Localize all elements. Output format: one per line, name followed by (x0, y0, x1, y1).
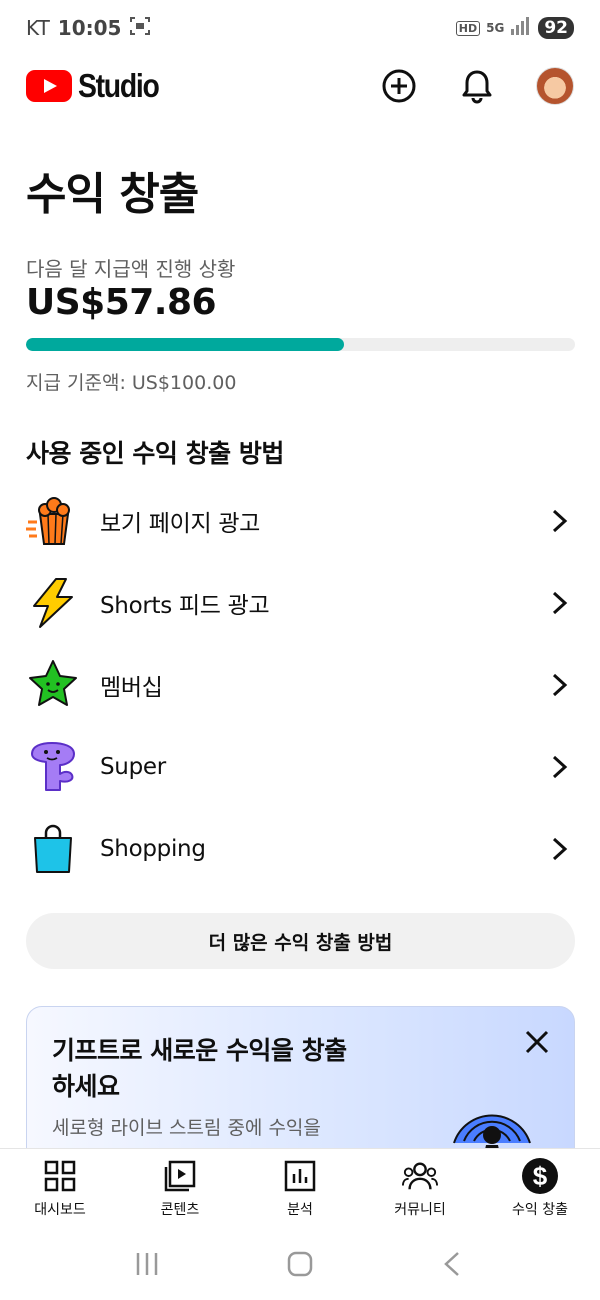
method-item-memberships[interactable]: 멤버십 (0, 644, 600, 726)
nav-label: 분석 (287, 1202, 313, 1218)
logo-text: Studio (78, 67, 160, 104)
promo-description: 세로형 라이브 스트림 중에 수익을 (52, 1117, 321, 1139)
system-navigation-bar (0, 1228, 600, 1300)
more-monetization-methods-button[interactable]: 더 많은 수익 창출 방법 (26, 913, 575, 969)
notifications-button[interactable] (458, 67, 496, 105)
close-icon (525, 1030, 549, 1054)
recent-apps-button[interactable] (127, 1244, 167, 1284)
payment-threshold: 지급 기준액: US$100.00 (26, 372, 237, 394)
section-title: 사용 중인 수익 창출 방법 (26, 439, 284, 468)
network-badge: 5G (486, 21, 505, 35)
community-icon (402, 1158, 438, 1194)
payment-progress-bar (26, 338, 575, 351)
monetization-method-list: 보기 페이지 광고 Shorts 피드 광고 멤버십 Super Shoppin… (0, 480, 600, 890)
method-item-watch-page-ads[interactable]: 보기 페이지 광고 (0, 480, 600, 562)
promo-title: 기프트로 새로운 수익을 창출하세요 (52, 1036, 347, 1101)
status-bar: KT 10:05 HD 5G 92 (0, 0, 600, 56)
close-promo-button[interactable] (522, 1027, 552, 1057)
method-item-shopping[interactable]: Shopping (0, 808, 600, 890)
method-item-super[interactable]: Super (0, 726, 600, 808)
screenshot-icon (129, 15, 151, 42)
shopping-bag-icon (26, 822, 80, 876)
chevron-right-icon (544, 588, 574, 618)
lightning-icon (26, 576, 80, 630)
bottom-navigation: 대시보드 콘텐츠 분석 커뮤니티 $ 수익 창출 (0, 1148, 600, 1228)
chevron-right-icon (544, 506, 574, 536)
method-label: Shorts 피드 광고 (100, 593, 270, 619)
back-icon (444, 1252, 460, 1276)
youtube-play-icon (26, 70, 72, 102)
hd-badge: HD (455, 20, 481, 36)
progress-label: 다음 달 지급액 진행 상황 (26, 257, 236, 281)
progress-fill (26, 338, 344, 351)
method-label: 멤버십 (100, 675, 163, 701)
nav-label: 수익 창출 (512, 1202, 568, 1218)
signal-icon (510, 16, 532, 40)
method-label: Shopping (100, 836, 206, 862)
nav-item-dashboard[interactable]: 대시보드 (0, 1149, 120, 1228)
star-icon (26, 658, 80, 712)
popcorn-icon (26, 494, 80, 548)
back-button[interactable] (433, 1244, 473, 1284)
create-button[interactable] (380, 67, 418, 105)
method-label: Super (100, 754, 166, 780)
carrier-label: KT (26, 16, 50, 40)
nav-label: 대시보드 (34, 1202, 86, 1218)
method-item-shorts-feed-ads[interactable]: Shorts 피드 광고 (0, 562, 600, 644)
content-icon (162, 1158, 198, 1194)
nav-item-content[interactable]: 콘텐츠 (120, 1149, 240, 1228)
page-title: 수익 창출 (26, 169, 199, 220)
chevron-right-icon (544, 752, 574, 782)
analytics-icon (282, 1158, 318, 1194)
recent-apps-icon (136, 1253, 157, 1275)
home-icon (287, 1251, 313, 1277)
plus-circle-icon (382, 69, 416, 103)
dollar-icon: $ (522, 1158, 558, 1194)
app-header: Studio (0, 58, 600, 114)
nav-item-community[interactable]: 커뮤니티 (360, 1149, 480, 1228)
chevron-right-icon (544, 670, 574, 700)
nav-label: 콘텐츠 (160, 1202, 200, 1218)
home-button[interactable] (280, 1244, 320, 1284)
progress-amount: US$57.86 (26, 282, 217, 323)
youtube-studio-logo[interactable]: Studio (26, 67, 172, 105)
nav-label: 커뮤니티 (394, 1202, 446, 1218)
chevron-right-icon (544, 834, 574, 864)
clock: 10:05 (57, 16, 122, 40)
dashboard-icon (42, 1158, 78, 1194)
nav-item-analytics[interactable]: 분석 (240, 1149, 360, 1228)
method-label: 보기 페이지 광고 (100, 511, 261, 537)
bell-icon (462, 70, 492, 104)
battery-indicator: 92 (538, 17, 574, 39)
avatar[interactable] (536, 67, 574, 105)
super-thanks-icon (26, 740, 80, 794)
nav-item-monetization[interactable]: $ 수익 창출 (480, 1149, 600, 1228)
